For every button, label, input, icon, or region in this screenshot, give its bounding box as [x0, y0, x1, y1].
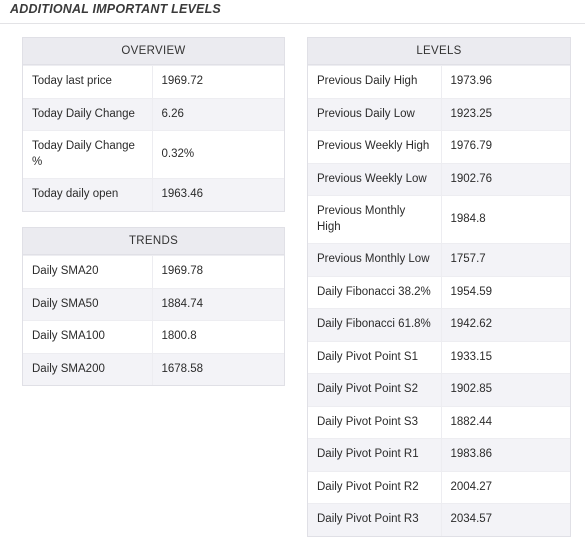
- row-value: 2004.27: [441, 470, 570, 504]
- row-label: Previous Weekly High: [308, 130, 442, 164]
- row-value: 1976.79: [441, 130, 570, 164]
- row-value: 1933.15: [441, 340, 570, 374]
- row-value: 1963.46: [152, 178, 284, 211]
- row-value: 1923.25: [441, 97, 570, 131]
- table-row: Daily SMA20 1969.78: [23, 255, 284, 289]
- row-label: Daily Pivot Point S2: [308, 373, 442, 407]
- table-row: Daily Pivot Point S3 1882.44: [308, 405, 570, 439]
- table-row: Today Daily Change % 0.32%: [23, 130, 284, 179]
- row-label: Previous Monthly Low: [308, 243, 442, 277]
- row-label: Daily SMA100: [23, 320, 153, 354]
- row-label: Daily SMA20: [23, 255, 153, 289]
- title-divider: [0, 23, 585, 24]
- levels-table: LEVELS Previous Daily High 1973.96 Previou…: [307, 37, 571, 537]
- page-title: ADDITIONAL IMPORTANT LEVELS: [10, 2, 221, 16]
- levels-table-body: Previous Daily High 1973.96 Previous Daily…: [308, 65, 570, 536]
- overview-table-caption: OVERVIEW: [23, 38, 284, 65]
- row-label: Today daily open: [23, 178, 153, 211]
- table-row: Today last price 1969.72: [23, 65, 284, 99]
- row-value: 1902.76: [441, 162, 570, 196]
- row-value: 1902.85: [441, 373, 570, 407]
- table-row: Previous Weekly High 1976.79: [308, 130, 570, 164]
- row-label: Previous Daily High: [308, 65, 442, 99]
- row-label: Daily Fibonacci 61.8%: [308, 308, 442, 342]
- row-label: Daily SMA200: [23, 352, 153, 386]
- table-row: Daily Pivot Point R1 1983.86: [308, 438, 570, 472]
- table-row: Daily SMA200 1678.58: [23, 352, 284, 386]
- row-label: Daily Pivot Point R3: [308, 503, 442, 536]
- table-row: Daily Fibonacci 61.8% 1942.62: [308, 308, 570, 342]
- row-value: 1954.59: [441, 275, 570, 309]
- table-row: Previous Weekly Low 1902.76: [308, 162, 570, 196]
- table-row: Today daily open 1963.46: [23, 178, 284, 211]
- trends-rows: Daily SMA20 1969.78 Daily SMA50 1884.74 Dail…: [23, 255, 284, 386]
- row-value: 1973.96: [441, 65, 570, 99]
- row-label: Daily Pivot Point R2: [308, 470, 442, 504]
- row-label: Daily Pivot Point R1: [308, 438, 442, 472]
- row-label: Previous Daily Low: [308, 97, 442, 131]
- levels-table-caption: LEVELS: [308, 38, 570, 65]
- row-label: Previous Weekly Low: [308, 162, 442, 196]
- overview-rows: Today last price 1969.72 Today Daily Chang…: [23, 65, 284, 211]
- row-label: Previous Monthly High: [308, 195, 442, 244]
- table-row: Daily Fibonacci 38.2% 1954.59: [308, 275, 570, 309]
- row-value: 1984.8: [441, 195, 570, 244]
- row-value: 1678.58: [152, 352, 284, 386]
- row-value: 6.26: [152, 97, 284, 131]
- overview-table-body: Today last price 1969.72 Today Daily Chang…: [23, 65, 284, 211]
- row-value: 0.32%: [152, 130, 284, 179]
- table-row: Daily SMA50 1884.74: [23, 287, 284, 321]
- row-value: 2034.57: [441, 503, 570, 536]
- row-value: 1983.86: [441, 438, 570, 472]
- levels-rows: Previous Daily High 1973.96 Previous Daily…: [308, 65, 570, 536]
- row-value: 1884.74: [152, 287, 284, 321]
- row-value: 1882.44: [441, 405, 570, 439]
- row-label: Today Daily Change: [23, 97, 153, 131]
- table-row: Daily Pivot Point S2 1902.85: [308, 373, 570, 407]
- row-label: Daily Fibonacci 38.2%: [308, 275, 442, 309]
- row-value: 1969.78: [152, 255, 284, 289]
- row-label: Daily Pivot Point S1: [308, 340, 442, 374]
- row-label: Daily Pivot Point S3: [308, 405, 442, 439]
- table-row: Daily SMA100 1800.8: [23, 320, 284, 354]
- table-row: Daily Pivot Point S1 1933.15: [308, 340, 570, 374]
- trends-table: TRENDS Daily SMA20 1969.78 Daily SMA50 1884…: [22, 227, 285, 387]
- row-label: Today last price: [23, 65, 153, 99]
- row-label: Daily SMA50: [23, 287, 153, 321]
- row-value: 1800.8: [152, 320, 284, 354]
- table-row: Previous Monthly High 1984.8: [308, 195, 570, 244]
- row-value: 1757.7: [441, 243, 570, 277]
- table-row: Daily Pivot Point R2 2004.27: [308, 470, 570, 504]
- trends-table-body: Daily SMA20 1969.78 Daily SMA50 1884.74 Dail…: [23, 255, 284, 386]
- table-row: Previous Monthly Low 1757.7: [308, 243, 570, 277]
- overview-table: OVERVIEW Today last price 1969.72 Today Da…: [22, 37, 285, 212]
- row-label: Today Daily Change %: [23, 130, 153, 179]
- table-row: Previous Daily Low 1923.25: [308, 97, 570, 131]
- table-row: Today Daily Change 6.26: [23, 97, 284, 131]
- row-value: 1942.62: [441, 308, 570, 342]
- trends-table-caption: TRENDS: [23, 228, 284, 255]
- row-value: 1969.72: [152, 65, 284, 99]
- table-row: Previous Daily High 1973.96: [308, 65, 570, 99]
- table-row: Daily Pivot Point R3 2034.57: [308, 503, 570, 536]
